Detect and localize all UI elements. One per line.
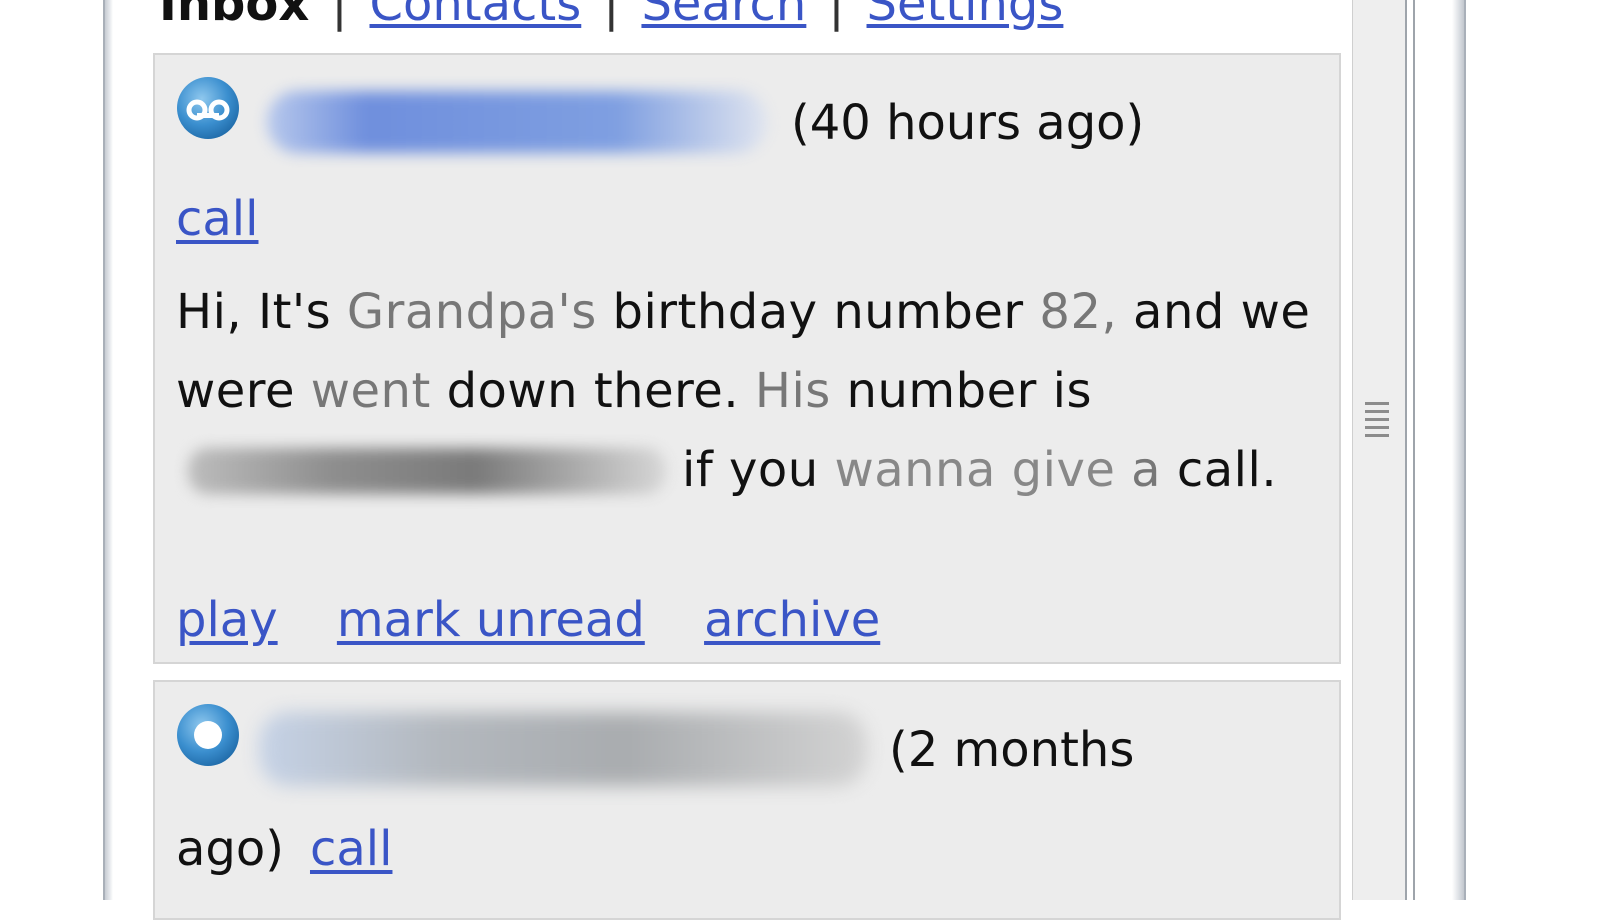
message-item: (40 hours ago) call Hi, It's Grandpa's b… <box>153 53 1341 664</box>
transcript-word-low-confidence: 82, <box>1039 284 1118 340</box>
voicemail-icon <box>177 77 239 139</box>
transcript-word: if you <box>682 442 819 498</box>
play-link[interactable]: play <box>176 592 278 648</box>
transcript-word-low-confidence: a <box>1131 442 1162 498</box>
inbox-panel: Inbox | Contacts | Search | Settings (40 hours… <box>111 0 1352 920</box>
sender-name-redacted[interactable] <box>267 91 767 153</box>
message-time: (2 months <box>889 722 1135 778</box>
message-transcript: Hi, It's Grandpa's birthday number 82, a… <box>176 273 1316 510</box>
sender-name-redacted[interactable] <box>259 712 867 786</box>
transcript-word-low-confidence: Grandpa's <box>346 284 597 340</box>
mark-unread-link[interactable]: mark unread <box>337 592 645 648</box>
nav-separator: | <box>331 0 348 32</box>
message-item: (2 months ago) call <box>153 680 1341 920</box>
vertical-scrollbar[interactable] <box>1352 0 1415 900</box>
call-link[interactable]: call <box>176 189 258 249</box>
nav-separator: | <box>828 0 845 32</box>
unread-dot-icon <box>177 704 239 766</box>
scrollbar-edge <box>1405 0 1415 900</box>
transcript-word-low-confidence: wanna give <box>834 442 1116 498</box>
nav-separator: | <box>603 0 620 32</box>
transcript-word: number is <box>846 363 1092 419</box>
message-time: (40 hours ago) <box>791 95 1145 151</box>
scrollbar-grip-icon[interactable] <box>1365 402 1389 446</box>
message-actions: play mark unread archive <box>176 590 924 650</box>
archive-link[interactable]: archive <box>704 592 880 648</box>
message-time-continued: ago) call <box>176 819 392 879</box>
transcript-word-low-confidence: went <box>310 363 431 419</box>
nav-search-link[interactable]: Search <box>641 0 806 32</box>
transcript-word: birthday number <box>612 284 1024 340</box>
window-frame-right <box>1452 0 1466 900</box>
top-navigation: Inbox | Contacts | Search | Settings <box>159 0 1063 34</box>
call-link[interactable]: call <box>310 821 392 877</box>
transcript-word: call. <box>1176 442 1278 498</box>
phone-number-redacted <box>188 448 666 494</box>
transcript-word: down there. <box>446 363 740 419</box>
nav-inbox-current: Inbox <box>159 0 310 32</box>
message-time-suffix: ago) <box>176 821 284 877</box>
transcript-word: Hi, It's <box>176 284 332 340</box>
nav-contacts-link[interactable]: Contacts <box>370 0 582 32</box>
transcript-word-low-confidence: His <box>754 363 831 419</box>
nav-settings-link[interactable]: Settings <box>867 0 1064 32</box>
